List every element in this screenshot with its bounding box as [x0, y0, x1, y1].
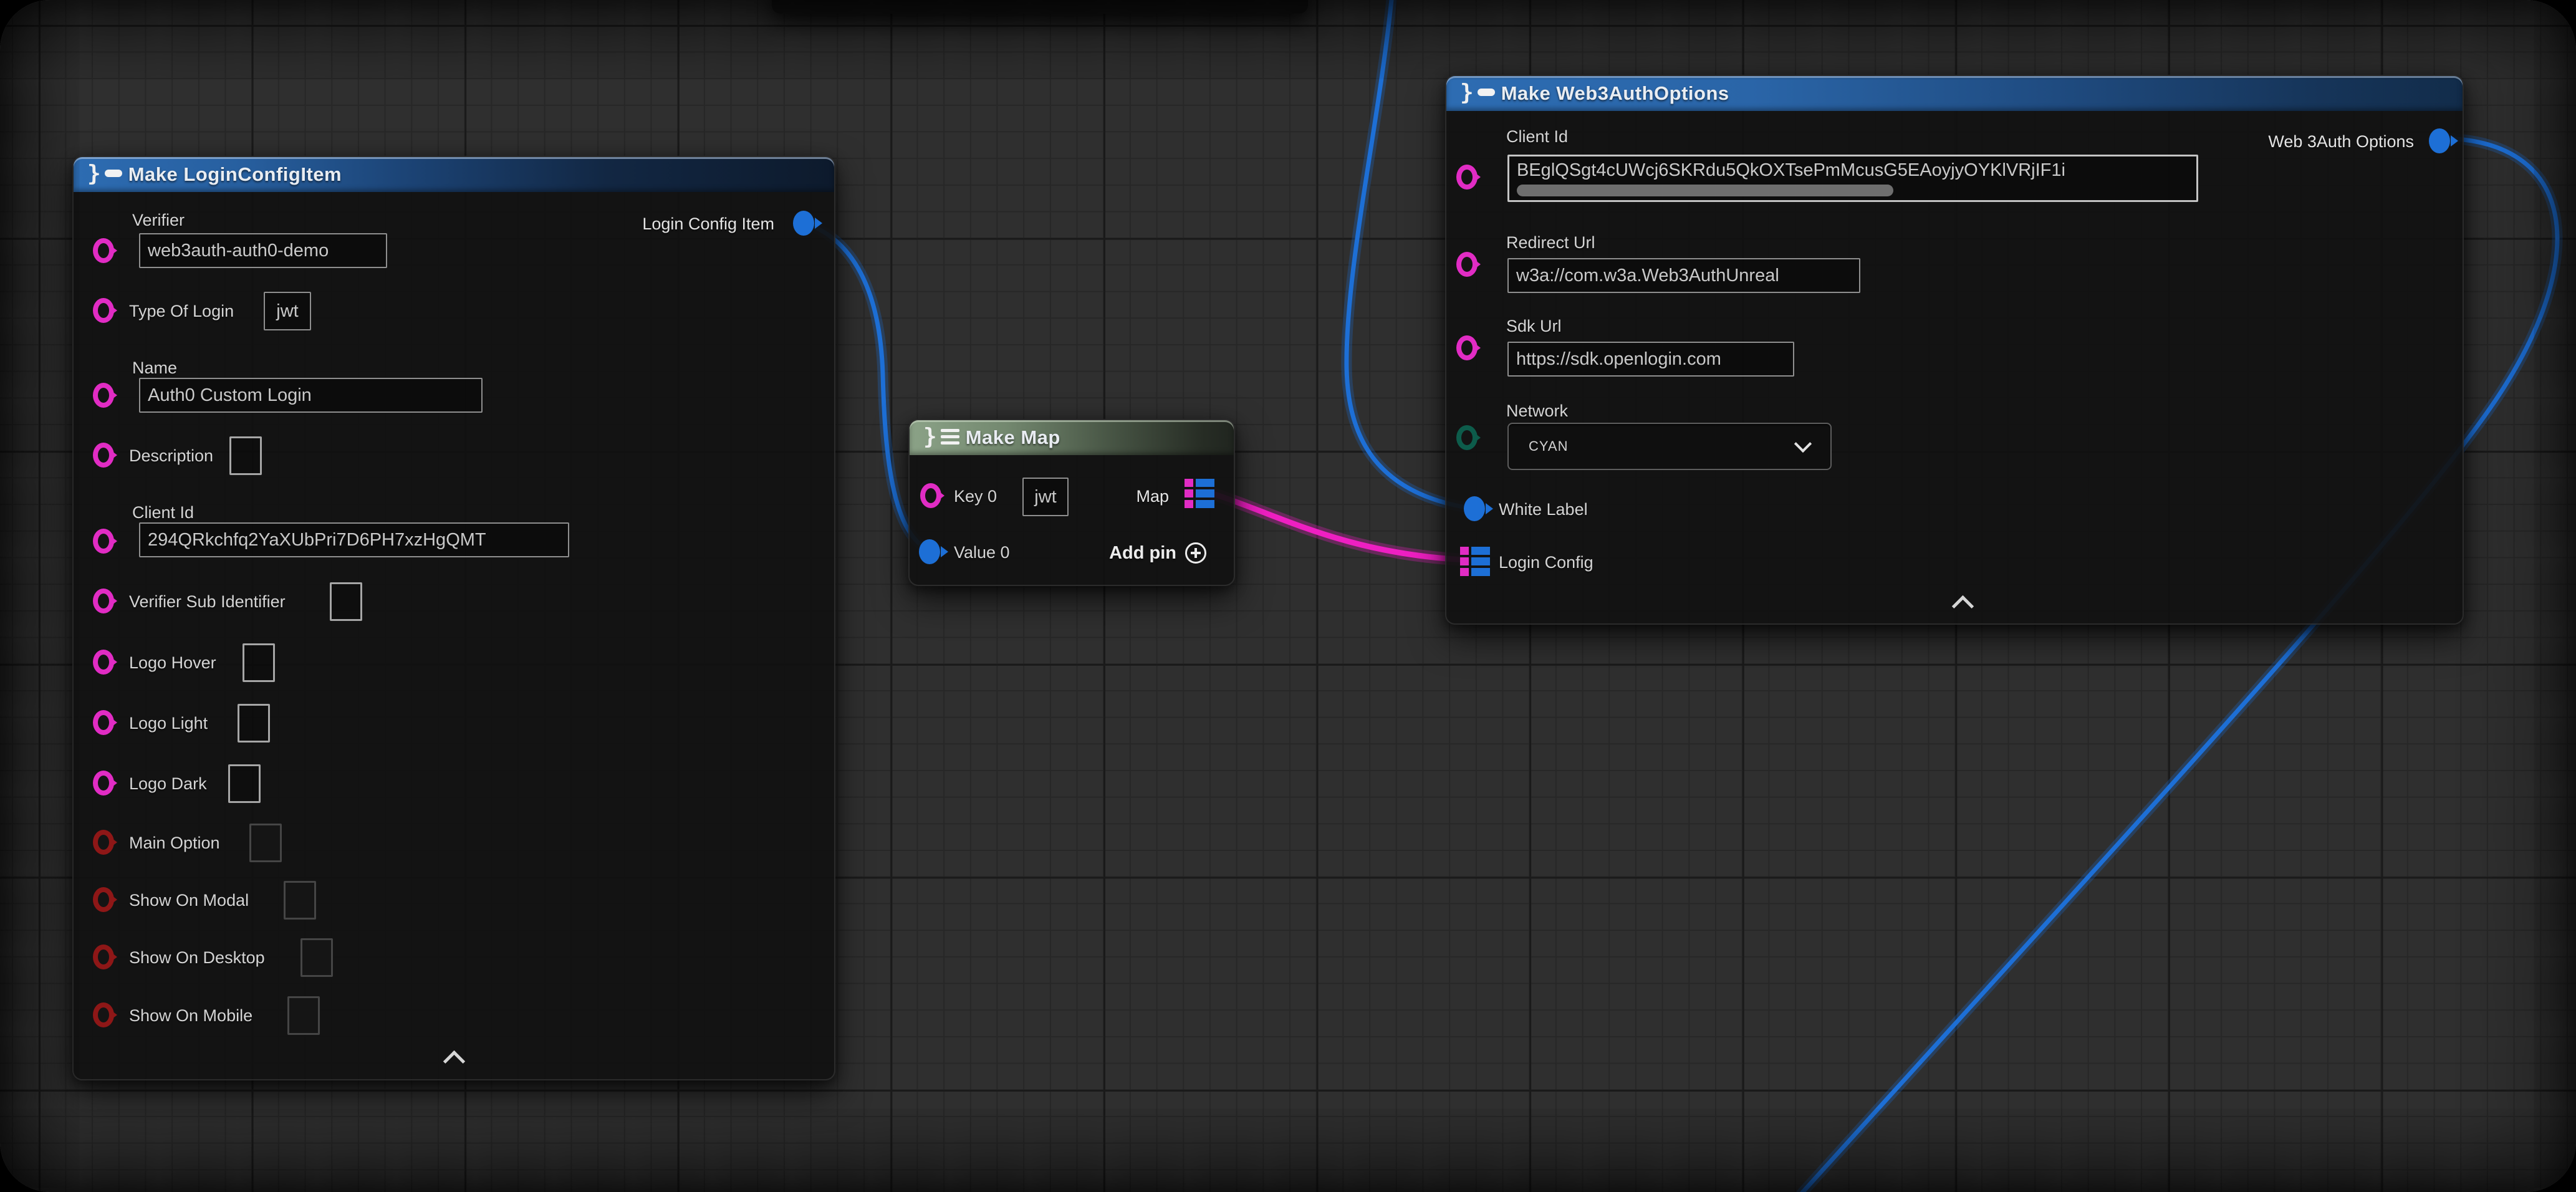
graph-canvas[interactable]: } Make LoginConfigItem Verifier web3auth… [0, 0, 2576, 1192]
node-title: Make Map [966, 426, 1060, 449]
node-title: Make Web3AuthOptions [1501, 82, 1729, 105]
pin-type-of-login[interactable] [93, 298, 114, 323]
pin-show-on-modal[interactable] [93, 887, 114, 912]
pin-label-value0: Value 0 [954, 543, 1010, 562]
node-header-make-map[interactable]: } Make Map [910, 420, 1234, 455]
client-id-input[interactable]: BEglQSgt4cUWcj6SKRdu5QkOXTsePmMcusG5EAoy… [1507, 155, 2198, 202]
verifier-input[interactable]: web3auth-auth0-demo [139, 233, 387, 268]
logo-light-input[interactable] [238, 704, 270, 743]
pin-label-white-label: White Label [1499, 500, 1588, 519]
pin-map-out[interactable] [1185, 479, 1214, 508]
pin-sdk-url[interactable] [1456, 335, 1478, 360]
pin-redirect-url[interactable] [1456, 252, 1478, 277]
pin-label-name: Name [132, 358, 177, 378]
node-make-map[interactable]: } Make Map Key 0 jwt Map Value 0 Add pin [908, 419, 1235, 586]
key0-input[interactable]: jwt [1022, 478, 1069, 516]
pin-logo-hover[interactable] [93, 650, 114, 675]
pin-logo-dark[interactable] [93, 771, 114, 795]
client-id-input[interactable]: 294QRkchfq2YaXUbPri7D6PH7xzHgQMT [139, 522, 569, 557]
pin-label-redirect-url: Redirect Url [1506, 233, 1595, 252]
pin-label-login-config: Login Config [1499, 553, 1593, 572]
description-input[interactable] [229, 436, 262, 475]
pin-label-map-out: Map [1136, 487, 1169, 506]
pin-label-login-config-item: Login Config Item [642, 214, 774, 234]
client-id-scrollbar[interactable] [1517, 185, 1893, 196]
verifier-sub-identifier-input[interactable] [330, 582, 362, 621]
main-option-checkbox[interactable] [249, 824, 282, 862]
node-header-make-loginconfigitem[interactable]: } Make LoginConfigItem [74, 157, 834, 192]
pin-label-type-of-login: Type Of Login [129, 302, 234, 321]
pin-label-client-id: Client Id [132, 503, 194, 522]
pin-label-verifier: Verifier [132, 211, 185, 230]
show-on-desktop-checkbox[interactable] [300, 938, 333, 977]
node-make-web3authoptions[interactable]: } Make Web3AuthOptions Client Id BEglQSg… [1445, 75, 2464, 625]
pin-client-id[interactable] [1456, 165, 1478, 190]
node-make-loginconfigitem[interactable]: } Make LoginConfigItem Verifier web3auth… [72, 156, 835, 1080]
dropdown-chevron-icon [1794, 435, 1812, 453]
pin-description[interactable] [93, 443, 114, 468]
pin-verifier[interactable] [93, 238, 114, 263]
add-pin-plus-icon [1185, 542, 1206, 564]
pin-label-description: Description [129, 446, 213, 466]
logo-dark-input[interactable] [228, 764, 261, 803]
pin-label-verifier-sub-identifier: Verifier Sub Identifier [129, 592, 286, 612]
pin-label-logo-light: Logo Light [129, 714, 208, 733]
pin-label-client-id: Client Id [1506, 127, 1568, 147]
pin-label-show-on-modal: Show On Modal [129, 891, 249, 910]
show-on-mobile-checkbox[interactable] [287, 996, 320, 1035]
collapse-node-chevron-icon[interactable] [443, 1050, 465, 1072]
pin-label-logo-hover: Logo Hover [129, 653, 216, 673]
redirect-url-input[interactable]: w3a://com.w3a.Web3AuthUnreal [1507, 258, 1860, 293]
pin-value0[interactable] [919, 539, 940, 564]
pin-label-logo-dark: Logo Dark [129, 774, 207, 794]
collapse-node-chevron-icon[interactable] [1952, 595, 1974, 617]
pin-login-config[interactable] [1460, 547, 1490, 576]
pin-web3auth-options-out[interactable] [2429, 128, 2450, 153]
logo-hover-input[interactable] [243, 643, 275, 682]
pin-label-key0: Key 0 [954, 487, 997, 506]
node-title: Make LoginConfigItem [128, 163, 342, 186]
network-selected-value: CYAN [1509, 438, 1797, 454]
type-of-login-input[interactable]: jwt [264, 292, 311, 330]
pin-label-show-on-mobile: Show On Mobile [129, 1006, 252, 1026]
pin-main-option[interactable] [93, 830, 114, 855]
pin-logo-light[interactable] [93, 710, 114, 735]
pin-label-main-option: Main Option [129, 834, 220, 853]
pin-client-id[interactable] [93, 529, 114, 554]
pin-label-network: Network [1506, 401, 1568, 421]
pin-label-web3auth-options-out: Web 3Auth Options [2268, 132, 2414, 151]
pin-name[interactable] [93, 383, 114, 408]
sdk-url-input[interactable]: https://sdk.openlogin.com [1507, 342, 1794, 377]
network-dropdown[interactable]: CYAN [1507, 423, 1832, 470]
make-map-icon: } [923, 424, 959, 449]
make-struct-icon: } [87, 161, 122, 186]
pin-network[interactable] [1456, 425, 1478, 450]
add-pin-button[interactable]: Add pin [1109, 542, 1206, 564]
wire-map-to-loginconfig-glow [1213, 494, 1465, 560]
client-id-value: BEglQSgt4cUWcj6SKRdu5QkOXTsePmMcusG5EAoy… [1517, 160, 2065, 181]
pin-verifier-sub-identifier[interactable] [93, 589, 114, 613]
pin-white-label[interactable] [1464, 496, 1485, 521]
pin-show-on-mobile[interactable] [93, 1002, 114, 1027]
pin-label-show-on-desktop: Show On Desktop [129, 948, 265, 968]
pin-key0[interactable] [920, 483, 941, 508]
pin-show-on-desktop[interactable] [93, 944, 114, 969]
add-pin-label: Add pin [1109, 543, 1176, 564]
blueprint-graph-viewport[interactable]: } Make LoginConfigItem Verifier web3auth… [0, 0, 2576, 1192]
pin-label-sdk-url: Sdk Url [1506, 317, 1562, 336]
show-on-modal-checkbox[interactable] [284, 881, 316, 920]
offscreen-node-edge [772, 0, 1308, 14]
name-input[interactable]: Auth0 Custom Login [139, 378, 483, 413]
node-header-make-web3authoptions[interactable]: } Make Web3AuthOptions [1446, 76, 2463, 111]
make-struct-icon: } [1460, 80, 1495, 105]
pin-login-config-item-out[interactable] [793, 211, 814, 236]
